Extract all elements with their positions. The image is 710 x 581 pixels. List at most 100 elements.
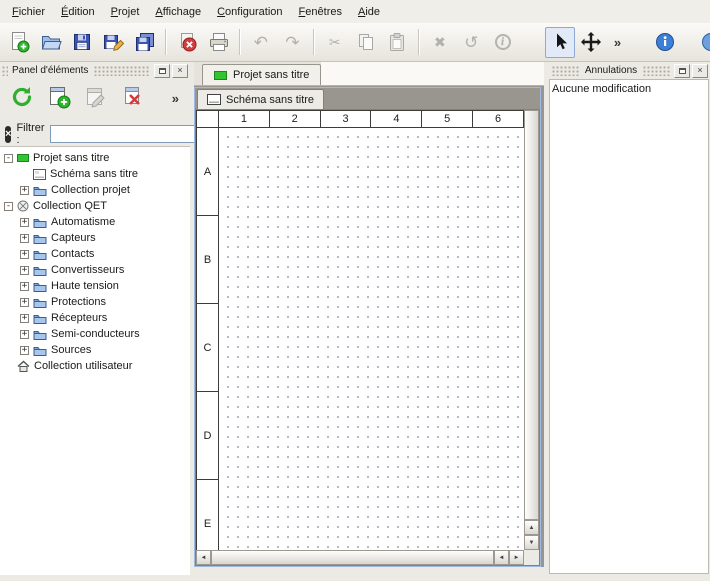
float-dock-button[interactable] — [674, 64, 690, 78]
tree-item-automatisme[interactable]: + Automatisme — [0, 214, 190, 230]
menu-edition[interactable]: Édition — [53, 3, 103, 21]
undo-history-item[interactable]: Aucune modification — [552, 81, 706, 96]
menu-fenetres[interactable]: Fenêtres — [291, 3, 350, 21]
delete-cross-icon: ✖ — [434, 35, 446, 49]
expand-expander-icon[interactable]: + — [20, 314, 29, 323]
new-document-icon — [8, 31, 30, 53]
folder-icon — [33, 217, 47, 228]
delete-element-icon — [121, 85, 145, 112]
menu-bar: Fichier Édition Projet Affichage Configu… — [0, 0, 710, 23]
float-window-icon — [679, 68, 686, 74]
expand-expander-icon[interactable]: + — [20, 298, 29, 307]
tree-item-recepteurs[interactable]: + Récepteurs — [0, 310, 190, 326]
tree-item-label: Convertisseurs — [51, 264, 124, 276]
undo-panel-titlebar[interactable]: Annulations × — [548, 62, 710, 79]
expand-expander-icon[interactable]: + — [20, 250, 29, 259]
tree-item-sources[interactable]: + Sources — [0, 342, 190, 358]
tree-item-haute-tension[interactable]: + Haute tension — [0, 278, 190, 294]
dock-grip — [94, 66, 150, 76]
scroll-left-button[interactable]: ◄ — [494, 550, 509, 565]
home-icon — [17, 360, 30, 372]
horizontal-scrollbar[interactable]: ◄ ◄ ► — [196, 550, 524, 565]
expand-expander-icon[interactable]: + — [20, 330, 29, 339]
expand-expander-icon[interactable]: + — [20, 234, 29, 243]
expand-expander-icon[interactable]: + — [20, 346, 29, 355]
chevron-right-icon[interactable]: » — [169, 91, 182, 106]
partially-visible-button[interactable] — [696, 27, 710, 58]
vertical-scrollbar[interactable]: ▲ ▼ — [524, 110, 539, 550]
open-project-button[interactable] — [35, 27, 65, 58]
tree-item-collection-utilisateur[interactable]: Collection utilisateur — [0, 358, 190, 374]
save-icon — [71, 31, 93, 53]
project-tab-bar: Projet sans titre — [194, 62, 544, 86]
float-dock-button[interactable] — [154, 64, 170, 78]
print-button[interactable] — [203, 27, 233, 58]
vertical-scroll-thumb[interactable] — [524, 110, 539, 520]
scroll-up-button[interactable]: ▲ — [524, 520, 539, 535]
reload-collections-button[interactable] — [8, 84, 36, 112]
scroll-down-button[interactable]: ▼ — [524, 535, 539, 550]
schema-icon — [207, 94, 221, 105]
tab-project[interactable]: Projet sans titre — [202, 64, 321, 85]
collapse-expander-icon[interactable]: - — [4, 202, 13, 211]
clear-filter-button[interactable] — [5, 126, 11, 143]
redo-icon: ↷ — [285, 34, 299, 51]
undo-button[interactable]: ↶ — [246, 27, 276, 58]
undo-icon: ↶ — [254, 34, 268, 51]
delete-button[interactable]: ✖ — [425, 27, 455, 58]
menu-affichage[interactable]: Affichage — [147, 3, 209, 21]
delete-element-button[interactable] — [119, 84, 147, 112]
new-element-button[interactable] — [45, 84, 73, 112]
tree-item-schema[interactable]: Schéma sans titre — [0, 166, 190, 182]
menu-fichier[interactable]: Fichier — [4, 3, 53, 21]
tree-item-contacts[interactable]: + Contacts — [0, 246, 190, 262]
folder-icon — [33, 233, 47, 244]
save-as-button[interactable] — [98, 27, 128, 58]
edit-element-button[interactable] — [82, 84, 110, 112]
expand-expander-icon[interactable]: + — [20, 218, 29, 227]
expand-expander-icon[interactable]: + — [20, 186, 29, 195]
toolbar-overflow-button[interactable]: » — [608, 27, 628, 58]
cut-button[interactable]: ✂ — [320, 27, 350, 58]
tab-schema[interactable]: Schéma sans titre — [197, 89, 324, 109]
info-blue-icon — [700, 31, 710, 53]
tree-item-semi-conducteurs[interactable]: + Semi-conducteurs — [0, 326, 190, 342]
move-mode-button[interactable] — [576, 27, 606, 58]
menu-aide[interactable]: Aide — [350, 3, 388, 21]
copy-button[interactable] — [351, 27, 381, 58]
redo-button[interactable]: ↷ — [277, 27, 307, 58]
select-mode-button[interactable] — [545, 27, 575, 58]
paste-button[interactable] — [382, 27, 412, 58]
scroll-left-button[interactable]: ◄ — [196, 550, 211, 565]
save-all-button[interactable] — [130, 27, 160, 58]
paste-icon — [386, 31, 408, 53]
tree-item-project[interactable]: - Projet sans titre — [0, 150, 190, 166]
elements-panel-titlebar[interactable]: Panel d'éléments × — [0, 62, 190, 79]
tree-item-collection-qet[interactable]: - Collection QET — [0, 198, 190, 214]
tree-item-capteurs[interactable]: + Capteurs — [0, 230, 190, 246]
qet-collection-icon — [17, 200, 29, 212]
horizontal-scroll-thumb[interactable] — [211, 550, 494, 565]
collapse-expander-icon[interactable]: - — [4, 154, 13, 163]
close-dock-button[interactable]: × — [172, 64, 188, 78]
open-folder-icon — [40, 31, 62, 53]
close-dock-button[interactable]: × — [692, 64, 708, 78]
tree-item-convertisseurs[interactable]: + Convertisseurs — [0, 262, 190, 278]
about-button[interactable] — [650, 27, 680, 58]
tree-item-collection-projet[interactable]: + Collection projet — [0, 182, 190, 198]
tree-item-protections[interactable]: + Protections — [0, 294, 190, 310]
expand-expander-icon[interactable]: + — [20, 282, 29, 291]
edit-pencil-icon — [84, 85, 108, 112]
schema-canvas-viewport[interactable]: 1 2 3 4 5 6 A B C D E — [196, 110, 524, 550]
expand-expander-icon[interactable]: + — [20, 266, 29, 275]
menu-projet[interactable]: Projet — [103, 3, 148, 21]
element-info-button[interactable]: i — [487, 27, 517, 58]
rotate-button[interactable]: ↺ — [456, 27, 486, 58]
menu-configuration[interactable]: Configuration — [209, 3, 290, 21]
dot-grid-canvas[interactable] — [219, 128, 524, 550]
close-file-button[interactable] — [172, 27, 202, 58]
filter-input[interactable] — [50, 125, 200, 143]
save-button[interactable] — [67, 27, 97, 58]
new-project-button[interactable] — [4, 27, 34, 58]
scroll-right-button[interactable]: ► — [509, 550, 524, 565]
